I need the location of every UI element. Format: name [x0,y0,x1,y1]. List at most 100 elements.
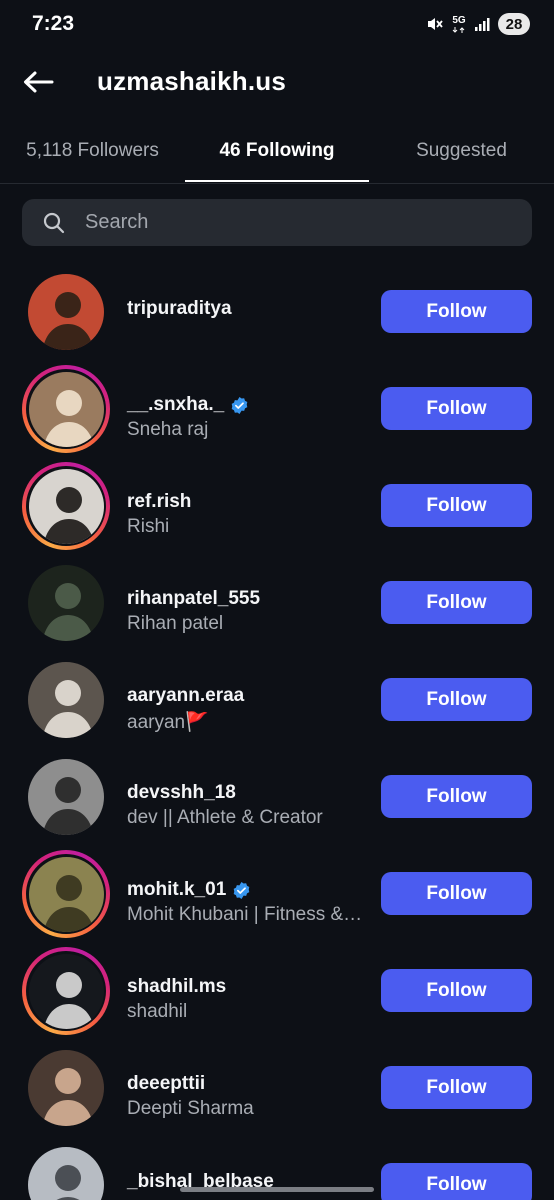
user-username: tripuraditya [127,298,232,319]
user-username: shadhil.ms [127,976,227,997]
avatar-photo [28,662,104,738]
avatar [28,565,104,641]
avatar-photo [28,856,104,932]
user-row[interactable]: deeepttii Deepti Sharma Follow [0,1038,554,1135]
tab-bar: 5,118 Followers 46 Following Suggested [0,128,554,184]
avatar-container[interactable] [22,559,110,647]
avatar [28,856,104,932]
verified-badge-icon [230,396,249,415]
user-row[interactable]: mohit.k_01 Mohit Khubani | Fitness & Li f… [0,844,554,941]
user-row[interactable]: __.snxha._ Sneha raj Follow [0,359,554,456]
user-row[interactable]: ref.rish Rishi Follow [0,456,554,553]
user-username: rihanpatel_555 [127,588,261,609]
active-tab-indicator [185,180,369,182]
profile-username: uzmashaikh.us [97,66,286,96]
avatar-container[interactable] [22,656,110,744]
tab-suggested[interactable]: Suggested [369,128,554,183]
user-full-name: aaryan🚩 [127,712,209,733]
avatar-photo [28,468,104,544]
user-row[interactable]: shadhil.ms shadhil Follow [0,941,554,1038]
search-icon [42,211,66,235]
avatar-photo [28,371,104,447]
avatar [28,953,104,1029]
user-full-name: Rishi [127,516,170,537]
username-line[interactable]: deeepttii [127,1073,205,1095]
username-line[interactable]: aaryann.eraa [127,685,244,707]
user-full-name: shadhil [127,1001,188,1022]
network-label: 5G [452,14,466,26]
username-line[interactable]: tripuraditya [127,298,232,320]
user-full-name: Sneha raj [127,419,209,440]
following-list: tripuraditya Follow __.snxha._ Sneha raj… [0,262,554,1200]
user-full-name: Mohit Khubani | Fitness & Lifestyle [127,904,363,925]
avatar [28,468,104,544]
user-row[interactable]: tripuraditya Follow [0,262,554,359]
back-arrow-icon [24,71,54,93]
user-full-name: dev || Athlete & Creator [127,807,323,828]
user-username: deeepttii [127,1073,206,1094]
user-username: devsshh_18 [127,782,236,803]
user-username: ref.rish [127,491,192,512]
avatar-photo [28,953,104,1029]
avatar [28,759,104,835]
user-full-name: Deepti Sharma [127,1098,254,1119]
user-username: mohit.k_01 [127,879,227,900]
search-input[interactable] [85,211,485,234]
username-line[interactable]: shadhil.ms [127,976,226,998]
search-bar[interactable] [22,199,532,246]
avatar-photo [28,565,104,641]
follow-button[interactable]: Follow [381,969,532,1012]
avatar-container[interactable] [22,850,110,938]
follow-button[interactable]: Follow [381,775,532,818]
avatar [28,662,104,738]
username-line[interactable]: __.snxha._ [127,394,249,416]
username-line[interactable]: devsshh_18 [127,782,236,804]
user-username: aaryann.eraa [127,685,245,706]
user-row[interactable]: rihanpatel_555 Rihan patel Follow [0,553,554,650]
avatar-photo [28,759,104,835]
follow-button[interactable]: Follow [381,1163,532,1200]
avatar-container[interactable] [22,1141,110,1200]
back-button[interactable] [20,67,56,97]
network-icon: 5G [452,14,466,33]
follow-button[interactable]: Follow [381,872,532,915]
avatar-photo [28,1050,104,1126]
avatar-container[interactable] [22,268,110,356]
avatar [28,1050,104,1126]
verified-badge-icon [232,881,251,900]
avatar-container[interactable] [22,462,110,550]
username-line[interactable]: mohit.k_01 [127,879,251,901]
status-icons: 5G 28 [426,13,530,35]
user-username: __.snxha._ [127,394,225,415]
battery-level: 28 [505,15,523,33]
avatar-container[interactable] [22,947,110,1035]
username-line[interactable]: ref.rish [127,491,191,513]
mute-icon [426,15,444,33]
follow-button[interactable]: Follow [381,387,532,430]
follow-button[interactable]: Follow [381,290,532,333]
header: uzmashaikh.us [0,55,554,110]
user-row[interactable]: devsshh_18 dev || Athlete & Creator Foll… [0,747,554,844]
home-indicator[interactable] [180,1187,374,1192]
battery-icon: 28 [498,13,530,35]
follow-button[interactable]: Follow [381,484,532,527]
avatar [28,1147,104,1200]
avatar [28,371,104,447]
follow-button[interactable]: Follow [381,678,532,721]
status-bar: 7:23 5G 28 [0,0,554,50]
tab-followers[interactable]: 5,118 Followers [0,128,185,183]
user-row[interactable]: aaryann.eraa aaryan🚩 Follow [0,650,554,747]
screen: 7:23 5G 28 uzmashaikh.us 5,118 Followers… [0,0,554,1200]
avatar-container[interactable] [22,365,110,453]
follow-button[interactable]: Follow [381,581,532,624]
follow-button[interactable]: Follow [381,1066,532,1109]
avatar-container[interactable] [22,753,110,841]
avatar-photo [28,274,104,350]
tab-following[interactable]: 46 Following [185,128,369,183]
status-time: 7:23 [32,12,75,35]
avatar [28,274,104,350]
user-full-name: Rihan patel [127,613,224,634]
username-line[interactable]: rihanpatel_555 [127,588,260,610]
signal-icon [474,16,490,32]
avatar-container[interactable] [22,1044,110,1132]
